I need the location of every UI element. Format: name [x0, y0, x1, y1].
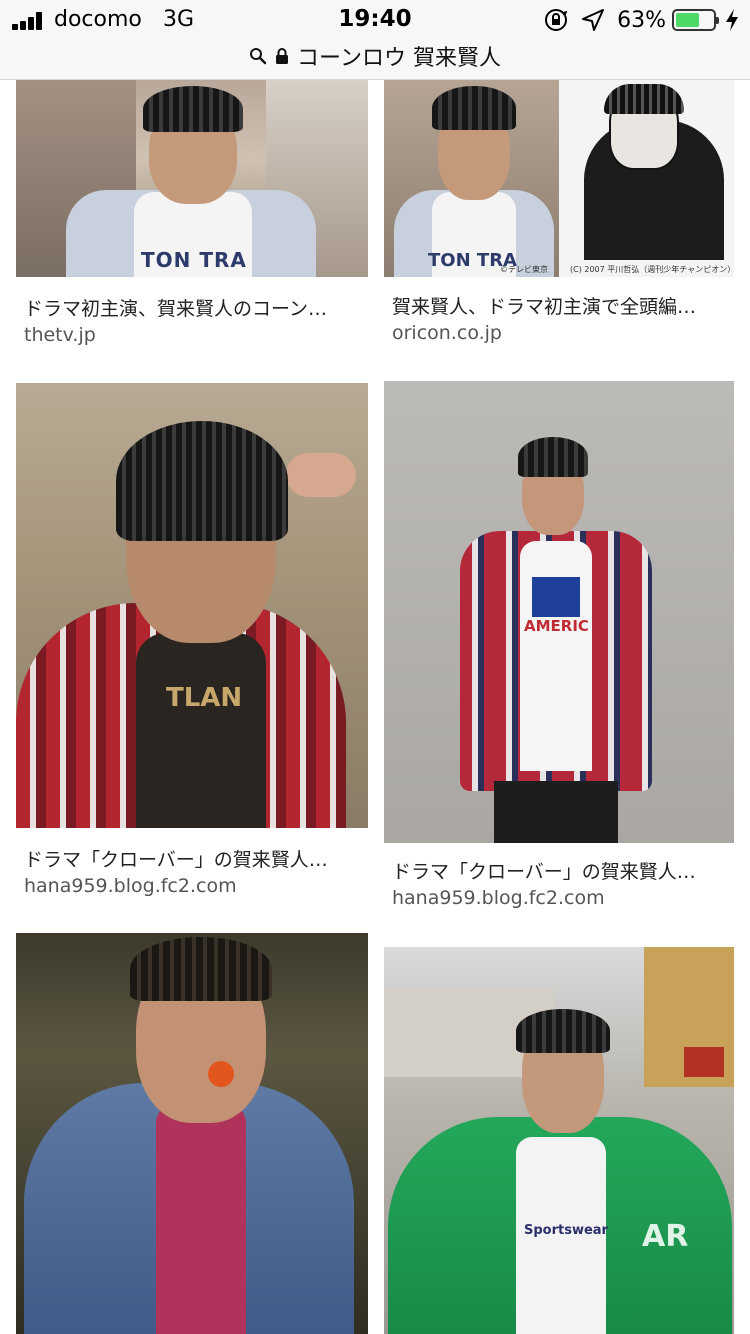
result-thumbnail[interactable]: Sportswear AR [384, 947, 734, 1334]
image-credit: (C) 2007 平川哲弘（週刊少年チャンピオン） [570, 265, 734, 274]
battery-fill [676, 13, 699, 27]
result-thumbnail[interactable]: TON TRA ©テレビ東京 (C) 2007 平川哲弘（週刊少年チャンピオン） [384, 80, 734, 277]
image-credit: ©テレビ東京 [500, 265, 548, 274]
charging-bolt-icon [726, 9, 738, 31]
image-result-card[interactable]: Sportswear AR [384, 947, 734, 1334]
image-result-card[interactable]: TON TRA ©テレビ東京 (C) 2007 平川哲弘（週刊少年チャンピオン）… [384, 80, 734, 350]
status-bar: docomo 3G 19:40 63% [0, 0, 750, 40]
image-result-card[interactable] [16, 933, 368, 1334]
result-title[interactable]: ドラマ「クローバー」の賀来賢人… [392, 857, 732, 884]
result-source[interactable]: oricon.co.jp [392, 322, 502, 344]
shirt-print: AMERIC [524, 617, 589, 635]
shirt-print: TON TRA [141, 248, 247, 272]
result-title[interactable]: 賀来賢人、ドラマ初主演で全頭編… [392, 292, 732, 319]
shirt-print: Sportswear [524, 1223, 608, 1238]
image-result-card[interactable]: TON TRA ドラマ初主演、賀来賢人のコーン… thetv.jp [16, 80, 368, 350]
browser-top-bar: docomo 3G 19:40 63% コーンロウ 賀来賢人 [0, 0, 750, 80]
result-thumbnail[interactable]: AMERIC [384, 381, 734, 843]
location-arrow-icon [582, 9, 605, 31]
result-thumbnail[interactable] [16, 933, 368, 1334]
jacket-print: AR [642, 1219, 689, 1254]
battery-percent: 63% [617, 7, 666, 33]
result-thumbnail[interactable]: TON TRA [16, 80, 368, 277]
shirt-print: TLAN [166, 683, 243, 713]
image-result-card[interactable]: AMERIC ドラマ「クローバー」の賀来賢人… hana959.blog.fc2… [384, 381, 734, 921]
result-source[interactable]: thetv.jp [24, 324, 96, 346]
lock-icon [276, 48, 289, 64]
image-result-card[interactable]: TLAN ドラマ「クローバー」の賀来賢人… hana959.blog.fc2.c… [16, 383, 368, 903]
battery-icon [672, 9, 719, 31]
search-icon [250, 48, 267, 65]
orientation-lock-icon [545, 9, 568, 31]
result-thumbnail[interactable]: TLAN [16, 383, 368, 828]
result-title[interactable]: ドラマ初主演、賀来賢人のコーン… [24, 294, 364, 321]
result-source[interactable]: hana959.blog.fc2.com [392, 887, 605, 909]
search-query: コーンロウ 賀来賢人 [297, 46, 501, 71]
address-bar[interactable]: コーンロウ 賀来賢人 [0, 40, 750, 72]
result-source[interactable]: hana959.blog.fc2.com [24, 875, 237, 897]
result-title[interactable]: ドラマ「クローバー」の賀来賢人… [24, 845, 364, 872]
